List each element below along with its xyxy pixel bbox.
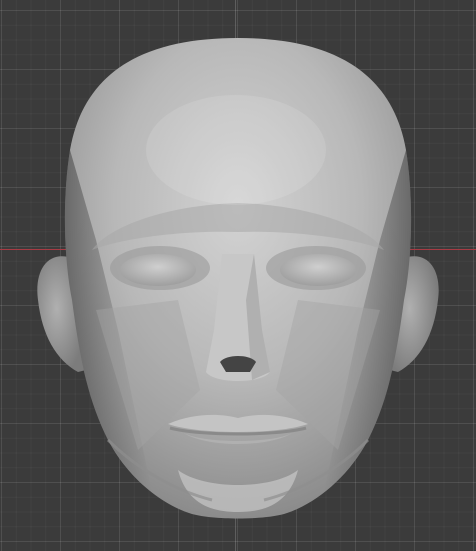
3d-viewport[interactable] [0,0,476,551]
left-eyelid [120,254,196,286]
right-eyelid [280,254,356,286]
nostril [220,356,256,372]
head-sculpt-model[interactable] [0,0,476,551]
